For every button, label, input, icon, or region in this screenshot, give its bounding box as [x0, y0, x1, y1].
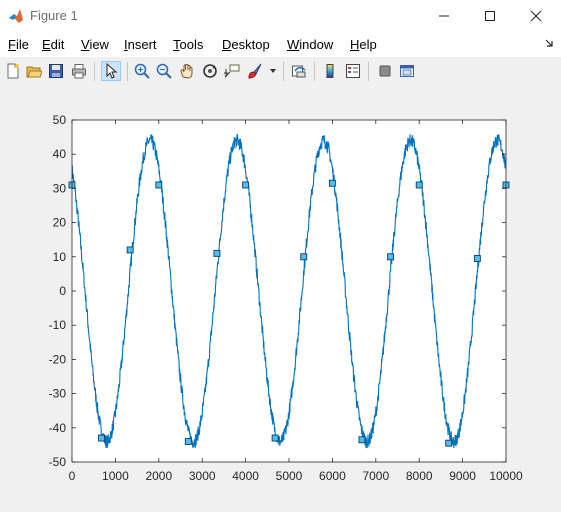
x-tick-label: 10000 — [489, 469, 523, 483]
pan-button[interactable] — [177, 61, 197, 81]
data-cursor-button[interactable] — [222, 61, 242, 81]
x-tick-label: 4000 — [232, 469, 259, 483]
y-tick-label: 20 — [53, 216, 67, 230]
x-tick-label: 6000 — [319, 469, 346, 483]
matlab-logo-icon — [9, 9, 23, 23]
plot-area: 0 1000 2000 3000 4000 5000 6000 7000 8000 9000 100… — [0, 86, 561, 509]
legend-button[interactable] — [343, 61, 363, 81]
data-point-marker — [358, 436, 366, 444]
hide-plot-tools-button[interactable] — [375, 61, 395, 81]
menu-view[interactable]: View — [81, 37, 109, 52]
menu-desktop[interactable]: Desktop — [222, 37, 270, 52]
print-button[interactable] — [69, 61, 89, 81]
data-point-marker — [300, 253, 308, 261]
x-tick-label: 2000 — [145, 469, 172, 483]
open-file-button[interactable] — [24, 61, 44, 81]
y-tick-label: -30 — [49, 387, 67, 401]
x-tick-label: 9000 — [449, 469, 476, 483]
hide-plot-tools-icon — [379, 65, 391, 77]
brush-dropdown-icon[interactable] — [270, 68, 276, 74]
menu-tools[interactable]: Tools — [173, 37, 203, 52]
data-point-marker — [98, 434, 105, 442]
data-point-marker — [242, 181, 250, 189]
new-figure-button[interactable] — [3, 61, 23, 81]
zoom-in-button[interactable] — [132, 61, 152, 81]
data-point-marker — [473, 255, 481, 262]
data-point-marker — [155, 181, 163, 189]
data-point-marker — [445, 439, 453, 447]
toolbar-separator — [368, 62, 369, 81]
toolbar-separator — [127, 62, 128, 81]
y-tick-label: 0 — [59, 284, 66, 298]
y-tick-label: 50 — [53, 113, 67, 127]
y-tick-label: -20 — [49, 352, 67, 366]
toolbar-separator — [94, 62, 95, 81]
maximize-icon — [485, 11, 495, 21]
line-chart[interactable]: 0 1000 2000 3000 4000 5000 6000 7000 8000 9000 100… — [0, 86, 561, 509]
y-tick-label: 40 — [53, 147, 67, 161]
show-plot-tools-icon — [400, 65, 414, 77]
title-bar[interactable]: Figure 1 — [0, 0, 561, 32]
edit-plot-button[interactable] — [101, 61, 121, 81]
toolbar-separator — [314, 62, 315, 81]
x-tick-label: 8000 — [406, 469, 433, 483]
menu-insert[interactable]: Insert — [124, 37, 157, 52]
data-point-marker — [271, 434, 279, 442]
zoom-out-icon — [156, 63, 172, 79]
menu-window[interactable]: Window — [287, 37, 333, 52]
y-tick-label: -50 — [49, 455, 67, 469]
figure-window: Figure 1 File Edit View Insert Tools Des… — [0, 0, 561, 509]
y-tick-label: -40 — [49, 421, 67, 435]
open-file-icon — [26, 66, 42, 78]
data-point-marker — [126, 246, 134, 254]
edit-plot-icon — [106, 63, 118, 79]
pan-icon — [180, 64, 193, 79]
y-tick-label: 30 — [53, 181, 67, 195]
print-icon — [72, 64, 86, 79]
menu-help[interactable]: Help — [350, 37, 377, 52]
menu-bar: File Edit View Insert Tools Desktop Wind… — [0, 32, 561, 57]
data-cursor-icon — [224, 64, 240, 78]
link-plot-button[interactable] — [289, 61, 309, 81]
menu-file[interactable]: File — [8, 37, 29, 52]
brush-button[interactable] — [245, 61, 265, 81]
data-point-marker — [328, 179, 336, 187]
zoom-in-icon — [134, 63, 150, 79]
x-tick-label: 1000 — [102, 469, 129, 483]
maximize-button[interactable] — [467, 0, 513, 32]
minimize-button[interactable] — [421, 0, 467, 32]
x-tick-label: 0 — [69, 469, 76, 483]
colorbar-button[interactable] — [320, 61, 340, 81]
colorbar-icon — [326, 64, 334, 78]
brush-icon — [248, 63, 262, 79]
save-icon — [49, 64, 63, 78]
minimize-icon — [439, 15, 449, 17]
save-button[interactable] — [46, 61, 66, 81]
data-point-marker — [213, 249, 221, 257]
show-plot-tools-button[interactable] — [397, 61, 417, 81]
close-button[interactable] — [513, 0, 559, 32]
x-tick-label: 7000 — [362, 469, 389, 483]
rotate-3d-icon — [203, 64, 217, 78]
close-icon — [530, 10, 542, 22]
data-point-marker — [415, 181, 423, 189]
dock-arrow-icon[interactable] — [545, 38, 555, 48]
data-point-marker — [387, 253, 395, 261]
figure-toolbar — [0, 57, 561, 87]
y-tick-label: 10 — [53, 250, 67, 264]
data-point-marker — [184, 438, 192, 445]
zoom-out-button[interactable] — [154, 61, 174, 81]
x-tick-label: 3000 — [189, 469, 216, 483]
menu-edit[interactable]: Edit — [42, 37, 64, 52]
y-tick-label: -10 — [49, 318, 67, 332]
rotate-3d-button[interactable] — [200, 61, 220, 81]
legend-icon — [346, 64, 360, 78]
link-plot-icon — [292, 65, 306, 78]
new-figure-icon — [7, 63, 19, 79]
window-title: Figure 1 — [30, 8, 78, 23]
toolbar-separator — [283, 62, 284, 81]
x-tick-label: 5000 — [276, 469, 303, 483]
